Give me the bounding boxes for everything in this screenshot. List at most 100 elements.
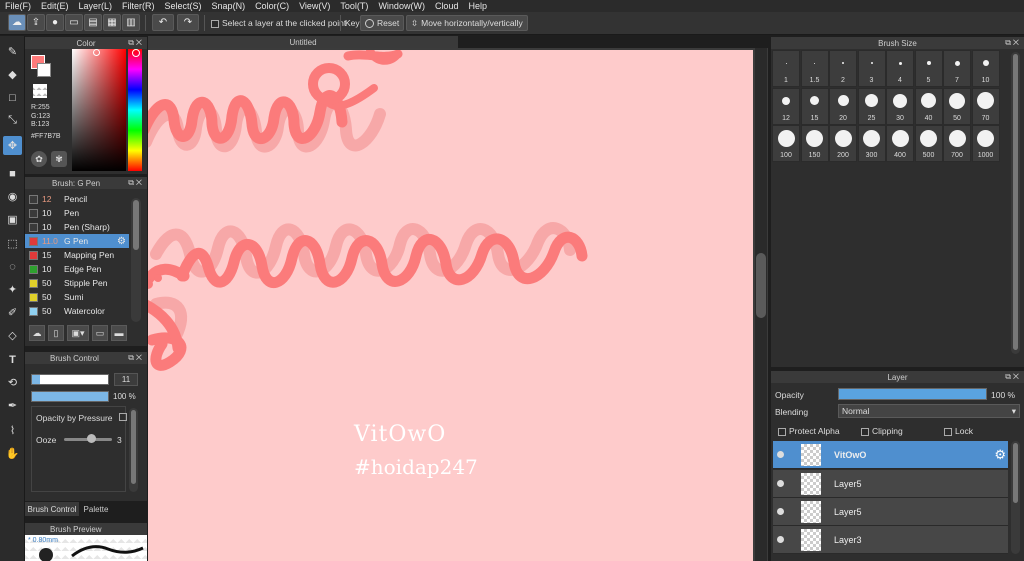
gear-icon[interactable]: ⚙: [117, 236, 126, 247]
panel-controls-icon[interactable]: ⧉✕: [128, 38, 144, 48]
visibility-eye-icon[interactable]: [777, 451, 784, 458]
brush-item-selected[interactable]: 11.0 G Pen ⚙: [25, 234, 129, 248]
lasso-tool-icon[interactable]: ◌: [3, 257, 22, 276]
brush-size-cell[interactable]: 5: [914, 50, 943, 87]
rect-tool-icon[interactable]: ■: [3, 164, 22, 183]
brush-size-cell[interactable]: 15: [800, 87, 829, 125]
gear-icon[interactable]: ⚙: [994, 447, 1006, 463]
dropper-tool-icon[interactable]: ✒: [3, 396, 22, 415]
layout-icon[interactable]: ▥: [122, 14, 140, 31]
brush-size-cell[interactable]: 10: [971, 50, 1000, 87]
brush-size-cell[interactable]: 7: [943, 50, 971, 87]
brush-item[interactable]: 10 Pen: [25, 206, 129, 220]
brush-size-cell[interactable]: 70: [971, 87, 1000, 125]
brush-size-cell[interactable]: 300: [857, 125, 886, 162]
canvas-scrollbar[interactable]: [755, 48, 767, 561]
redo-icon[interactable]: ↷: [177, 14, 199, 31]
transparent-swatch[interactable]: [33, 84, 47, 98]
menu-filter[interactable]: Filter(R): [117, 1, 160, 11]
panel-controls-icon[interactable]: ⧉✕: [128, 178, 144, 188]
checkbox-icon[interactable]: [944, 427, 952, 436]
select-rect-icon[interactable]: ⬚: [3, 234, 22, 253]
chat-icon[interactable]: ●: [46, 14, 64, 31]
brush-size-cell[interactable]: 12: [772, 87, 800, 125]
comment-icon[interactable]: ▭: [65, 14, 83, 31]
brush-item[interactable]: 12 Pencil: [25, 192, 129, 206]
canvas-tab[interactable]: Untitled: [148, 36, 458, 48]
transform-tool-icon[interactable]: ⟲: [3, 373, 22, 392]
eraser-tool-icon[interactable]: ◆: [3, 65, 22, 84]
protect-alpha-checkbox[interactable]: Protect Alpha: [778, 426, 840, 436]
brush-size-cell[interactable]: 50: [943, 87, 971, 125]
color-cursor[interactable]: [93, 49, 100, 56]
menu-tool[interactable]: Tool(T): [335, 1, 373, 11]
folder-icon[interactable]: ▬: [111, 325, 127, 341]
fill-tool-icon[interactable]: ◉: [3, 187, 22, 206]
reset-button[interactable]: Reset: [360, 15, 405, 31]
menu-color[interactable]: Color(C): [250, 1, 294, 11]
brush-size-cell[interactable]: 2: [829, 50, 857, 87]
brush-size-value[interactable]: 11: [114, 373, 138, 386]
brush-size-cell[interactable]: 40: [914, 87, 943, 125]
brush-size-cell[interactable]: 1000: [971, 125, 1000, 162]
brush-item[interactable]: 50 Sumi: [25, 290, 129, 304]
layer-list-scrollbar[interactable]: [1011, 441, 1020, 554]
brush-size-cell[interactable]: 500: [914, 125, 943, 162]
magic-wand-icon[interactable]: ✦: [3, 280, 22, 299]
brush-size-cell[interactable]: 1: [772, 50, 800, 87]
undo-icon[interactable]: ↶: [152, 14, 174, 31]
select-eraser-icon[interactable]: ◇: [3, 326, 22, 345]
brush-item[interactable]: 10 Pen (Sharp): [25, 220, 129, 234]
clipping-checkbox[interactable]: Clipping: [861, 426, 903, 436]
export-icon[interactable]: ⇪: [27, 14, 45, 31]
checkbox-icon[interactable]: [778, 427, 786, 436]
saturation-value-picker[interactable]: [72, 49, 126, 171]
text-tool-icon[interactable]: T: [3, 350, 22, 369]
dot-tool-icon[interactable]: □: [3, 88, 22, 107]
brush-tool-icon[interactable]: ✎: [3, 42, 22, 61]
cloud-brush-icon[interactable]: ☁: [29, 325, 45, 341]
layer-row[interactable]: Layer5: [773, 498, 1008, 526]
canvas-document[interactable]: VitOwO #hoidap247: [148, 50, 753, 561]
hue-slider[interactable]: [128, 49, 142, 171]
brush-size-cell[interactable]: 20: [829, 87, 857, 125]
palette-icon[interactable]: ✿: [31, 151, 47, 167]
layer-row[interactable]: Layer3: [773, 526, 1008, 554]
ooze-slider-handle[interactable]: [87, 434, 96, 443]
eyedropper-icon[interactable]: ⌇: [3, 421, 22, 440]
background-color-swatch[interactable]: [37, 63, 51, 77]
menu-view[interactable]: View(V): [294, 1, 335, 11]
layer-row[interactable]: VitOwO ⚙: [773, 441, 1008, 469]
line-tool-icon[interactable]: ⤡: [3, 111, 22, 130]
copy-brush-icon[interactable]: ▭: [92, 325, 108, 341]
brush-size-cell[interactable]: 3: [857, 50, 886, 87]
opacity-pressure-checkbox[interactable]: [119, 413, 127, 421]
visibility-eye-icon[interactable]: [777, 536, 784, 543]
brush-size-cell[interactable]: 700: [943, 125, 971, 162]
checkbox-icon[interactable]: [211, 19, 219, 28]
brush-item[interactable]: 50 Watercolor: [25, 304, 129, 318]
visibility-eye-icon[interactable]: [777, 480, 784, 487]
document-icon[interactable]: ▤: [84, 14, 102, 31]
panel-controls-icon[interactable]: ⧉✕: [1005, 38, 1021, 48]
menu-select[interactable]: Select(S): [160, 1, 207, 11]
gradient-tool-icon[interactable]: ▣: [3, 210, 22, 229]
checkbox-icon[interactable]: [861, 427, 869, 436]
brush-size-cell[interactable]: 200: [829, 125, 857, 162]
tab-brush-control[interactable]: Brush Control: [25, 502, 79, 516]
brush-size-slider[interactable]: [31, 374, 109, 385]
brush-opacity-slider[interactable]: [31, 391, 109, 402]
menu-file[interactable]: File(F): [0, 1, 36, 11]
visibility-eye-icon[interactable]: [777, 508, 784, 515]
menu-help[interactable]: Help: [463, 1, 492, 11]
brush-item[interactable]: 15 Mapping Pen: [25, 248, 129, 262]
layer-row[interactable]: Layer5: [773, 470, 1008, 498]
brush-list-scrollbar[interactable]: [131, 198, 141, 322]
menu-layer[interactable]: Layer(L): [74, 1, 118, 11]
select-layer-checkbox[interactable]: Select a layer at the clicked point: [211, 18, 346, 28]
menu-window[interactable]: Window(W): [373, 1, 430, 11]
menu-snap[interactable]: Snap(N): [207, 1, 251, 11]
grid-icon[interactable]: ▦: [103, 14, 121, 31]
select-pen-icon[interactable]: ✐: [3, 303, 22, 322]
lock-checkbox[interactable]: Lock: [944, 426, 973, 436]
